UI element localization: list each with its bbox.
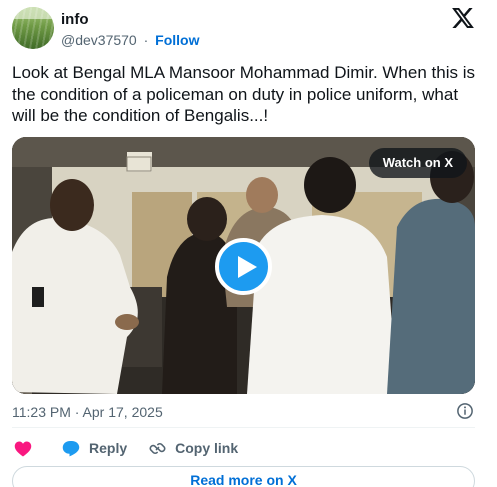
separator-dot: · [143, 32, 149, 48]
copy-link-button[interactable]: Copy link [149, 440, 238, 457]
author-handle-row: @dev37570 · Follow [61, 32, 200, 48]
link-icon [149, 442, 166, 454]
author-handle[interactable]: @dev37570 [61, 32, 137, 48]
watch-on-x-button[interactable]: Watch on X [368, 148, 467, 178]
author-name[interactable]: info [61, 11, 89, 28]
tweet-timestamp[interactable]: 11:23 PM · Apr 17, 2025 [12, 404, 163, 420]
heart-icon [14, 440, 32, 456]
avatar[interactable] [12, 7, 54, 49]
copy-link-label: Copy link [175, 440, 239, 456]
reply-button[interactable]: Reply [62, 440, 127, 457]
action-bar: Reply Copy link [12, 438, 238, 458]
info-icon[interactable] [456, 402, 474, 420]
read-more-button[interactable]: Read more on X [12, 466, 475, 487]
embedded-tweet-card: info @dev37570 · Follow Look at Bengal M… [0, 0, 497, 487]
play-icon [238, 256, 257, 278]
reply-icon [62, 440, 80, 456]
like-button[interactable] [14, 440, 32, 457]
divider [12, 427, 475, 428]
x-logo-icon[interactable] [452, 8, 474, 28]
video-thumbnail[interactable]: Watch on X [12, 137, 475, 394]
reply-label: Reply [89, 440, 128, 456]
play-button[interactable] [215, 238, 272, 295]
tweet-text: Look at Bengal MLA Mansoor Mohammad Dimi… [12, 63, 475, 125]
follow-button[interactable]: Follow [155, 32, 199, 48]
avatar-field-pattern [12, 7, 54, 49]
